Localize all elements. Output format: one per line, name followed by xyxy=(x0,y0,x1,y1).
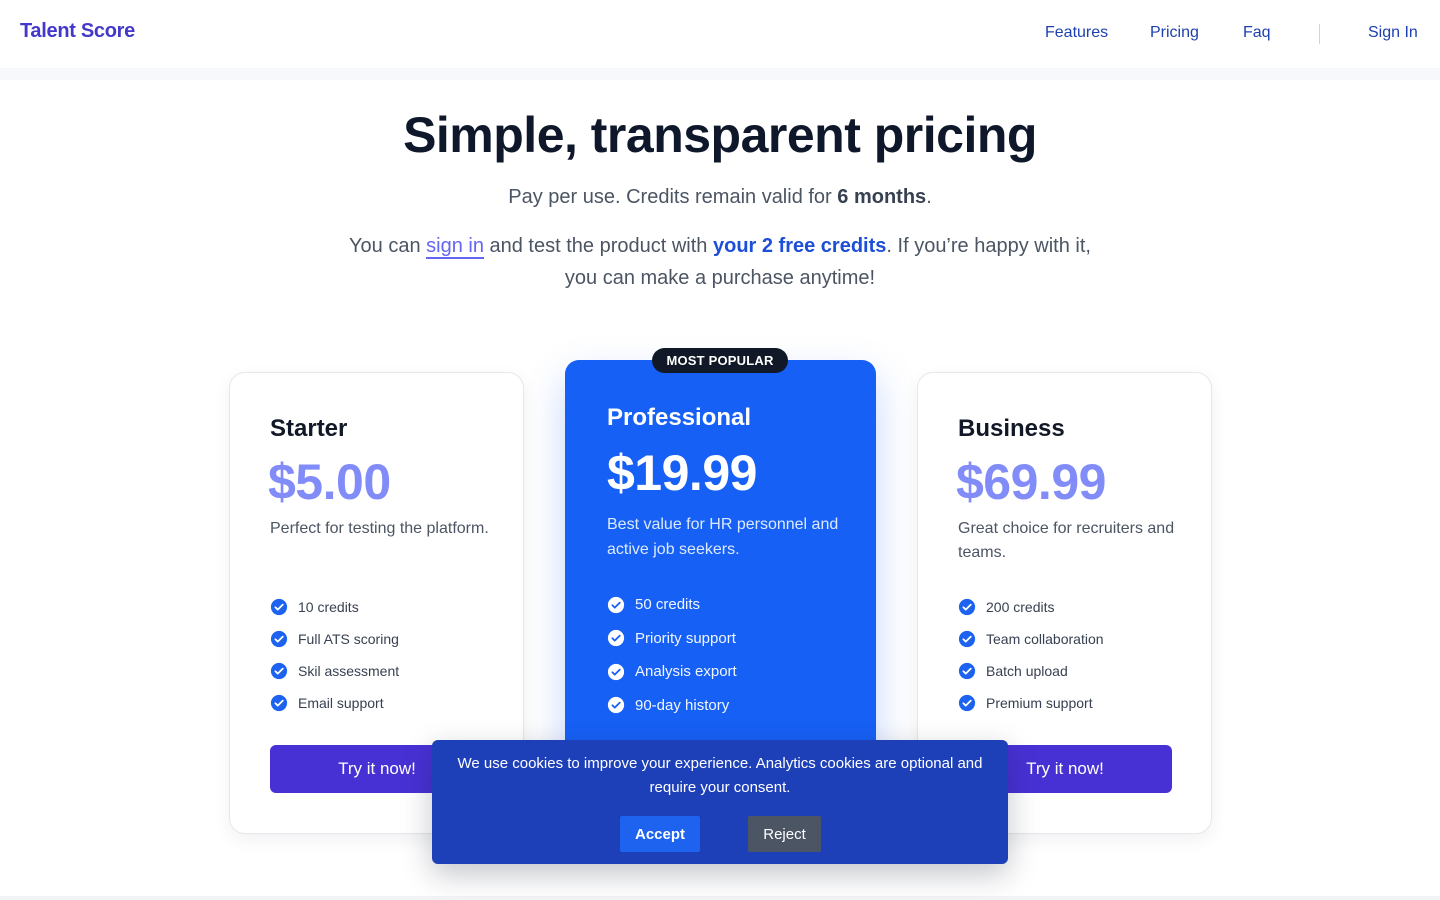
feature-item: Premium support xyxy=(958,687,1104,719)
feature-label: Email support xyxy=(298,695,384,711)
hero-desc-middle: and test the product with xyxy=(483,235,713,257)
feature-item: Priority support xyxy=(607,622,737,656)
check-circle-icon xyxy=(607,596,625,613)
feature-item: Full ATS scoring xyxy=(270,623,399,655)
nav-divider xyxy=(1319,24,1320,44)
plan-description: Great choice for recruiters and teams. xyxy=(958,520,1175,561)
top-navbar: Talent Score Features Pricing Faq Sign I… xyxy=(0,0,1440,68)
feature-list: 10 credits Full ATS scoring Skil assessm… xyxy=(270,591,399,719)
nav-link-pricing[interactable]: Pricing xyxy=(1150,24,1199,42)
feature-label: 50 credits xyxy=(635,596,701,614)
check-circle-icon xyxy=(958,630,976,648)
feature-label: Batch upload xyxy=(986,663,1068,679)
cookie-consent-banner: We use cookies to improve your experienc… xyxy=(432,740,1008,864)
feature-label: Full ATS scoring xyxy=(298,631,399,647)
feature-label: Premium support xyxy=(986,695,1093,711)
plan-price: $19.99 xyxy=(607,445,757,501)
hero-subtitle-suffix: . xyxy=(926,186,932,208)
nav-link-faq[interactable]: Faq xyxy=(1243,24,1271,42)
plan-name: Starter xyxy=(270,415,348,442)
feature-label: 90-day history xyxy=(635,696,730,714)
feature-label: Skil assessment xyxy=(298,663,400,679)
hero-subtitle-prefix: Pay per use. Credits remain valid for xyxy=(508,186,838,208)
most-popular-badge: MOST POPULAR xyxy=(652,348,788,373)
nav-link-features[interactable]: Features xyxy=(1045,24,1108,42)
feature-list: 200 credits Team collaboration Batch upl… xyxy=(958,591,1104,719)
nav-link-sign-in[interactable]: Sign In xyxy=(1368,24,1418,42)
check-circle-icon xyxy=(607,663,625,680)
plan-name: Business xyxy=(958,415,1065,442)
feature-item: 50 credits xyxy=(607,588,737,622)
cookie-accept-button[interactable]: Accept xyxy=(620,816,700,852)
hero-desc-prefix: You can xyxy=(349,235,427,257)
check-circle-icon xyxy=(270,694,288,712)
feature-label: Team collaboration xyxy=(986,631,1104,647)
check-circle-icon xyxy=(958,662,976,680)
plan-description: Best value for HR personnel and active j… xyxy=(607,516,839,558)
sign-in-link[interactable]: sign in xyxy=(426,235,484,259)
check-circle-icon xyxy=(607,630,625,647)
feature-item: Batch upload xyxy=(958,655,1104,687)
check-circle-icon xyxy=(958,598,976,616)
feature-label: Priority support xyxy=(635,629,736,647)
header-bottom-strip xyxy=(0,68,1440,80)
hero-subtitle: Pay per use. Credits remain valid for 6 … xyxy=(0,186,1440,209)
feature-label: Analysis export xyxy=(635,663,737,681)
check-circle-icon xyxy=(958,694,976,712)
feature-item: Skil assessment xyxy=(270,655,399,687)
plan-price: $5.00 xyxy=(268,454,391,510)
check-circle-icon xyxy=(270,630,288,648)
cookie-message: We use cookies to improve your experienc… xyxy=(457,755,983,796)
feature-item: 200 credits xyxy=(958,591,1104,623)
plan-name: Professional xyxy=(607,404,752,431)
plan-price: $69.99 xyxy=(956,454,1106,510)
feature-item: Email support xyxy=(270,687,399,719)
cookie-reject-button[interactable]: Reject xyxy=(748,816,821,852)
feature-list: 50 credits Priority support Analysis exp… xyxy=(607,588,737,722)
brand-logo[interactable]: Talent Score xyxy=(20,20,135,43)
hero-subtitle-highlight: 6 months xyxy=(837,186,927,208)
hero-description: You can sign in and test the product wit… xyxy=(340,230,1100,294)
page-title: Simple, transparent pricing xyxy=(403,107,1037,163)
feature-item: Analysis export xyxy=(607,655,737,689)
feature-item: Team collaboration xyxy=(958,623,1104,655)
plan-card-professional: Professional $19.99 Best value for HR pe… xyxy=(565,360,876,760)
feature-label: 200 credits xyxy=(986,599,1055,615)
feature-item: 90-day history xyxy=(607,689,737,723)
check-circle-icon xyxy=(270,598,288,616)
check-circle-icon xyxy=(270,662,288,680)
free-credits-highlight: your 2 free credits xyxy=(712,235,887,257)
feature-item: 10 credits xyxy=(270,591,399,623)
check-circle-icon xyxy=(607,697,625,714)
plan-description: Perfect for testing the platform. xyxy=(270,520,489,537)
feature-label: 10 credits xyxy=(298,599,359,615)
page-bottom-edge xyxy=(0,896,1440,900)
